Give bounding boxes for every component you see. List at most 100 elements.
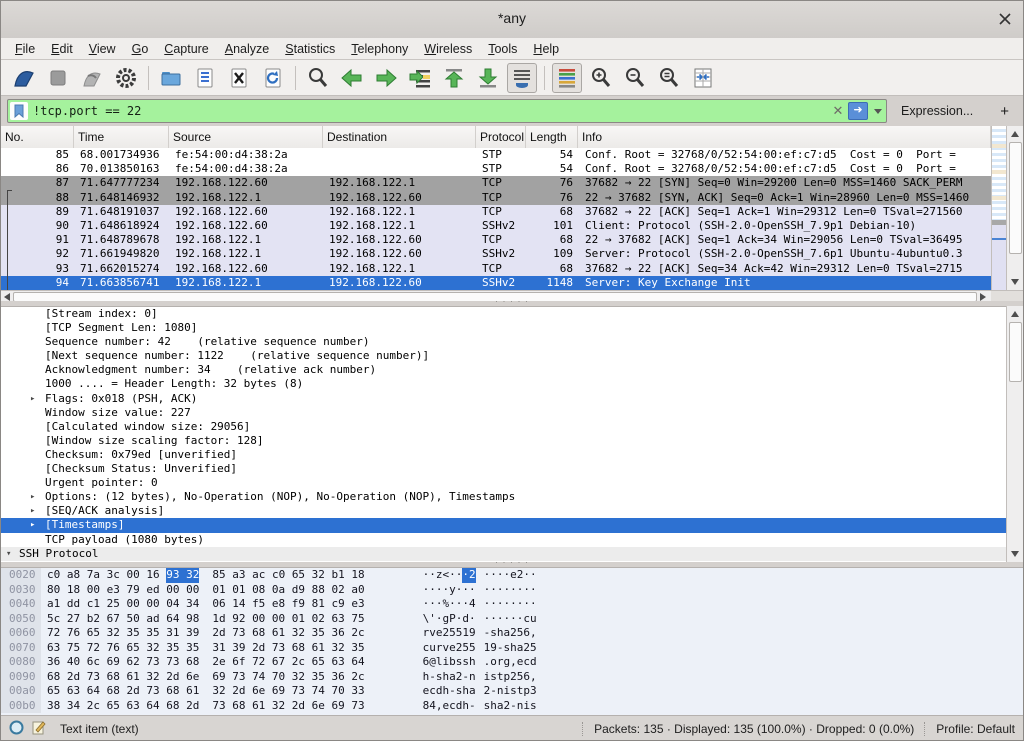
detail-line[interactable]: ▸[SEQ/ACK analysis]	[1, 504, 1023, 518]
colorize-icon[interactable]	[552, 63, 582, 93]
details-vscrollbar[interactable]	[1006, 306, 1023, 562]
expand-icon[interactable]: ▸	[30, 490, 35, 504]
hex-row[interactable]: 009068 2d 73 68 61 32 2d 6e69 73 74 70 3…	[1, 670, 1023, 685]
menu-item[interactable]: Statistics	[277, 40, 343, 58]
detail-line[interactable]: ▸Options: (12 bytes), No-Operation (NOP)…	[1, 490, 1023, 504]
hex-row[interactable]: 007063 75 72 76 65 32 35 3531 39 2d 73 6…	[1, 641, 1023, 656]
profile-selector[interactable]: Profile: Default	[936, 722, 1015, 736]
detail-line[interactable]: TCP payload (1080 bytes)	[1, 533, 1023, 547]
detail-line[interactable]: Urgent pointer: 0	[1, 476, 1023, 490]
menu-item[interactable]: View	[81, 40, 124, 58]
expert-info-icon[interactable]	[9, 720, 24, 738]
filter-bookmark-icon[interactable]	[10, 102, 28, 120]
hex-row[interactable]: 00505c 27 b2 67 50 ad 64 981d 92 00 00 0…	[1, 612, 1023, 627]
menu-item[interactable]: Tools	[480, 40, 525, 58]
menu-item[interactable]: Go	[124, 40, 157, 58]
zoom-in-icon[interactable]	[586, 63, 616, 93]
filter-text[interactable]: !tcp.port == 22	[28, 104, 830, 118]
col-header-destination[interactable]: Destination	[323, 126, 476, 148]
hex-row[interactable]: 00b038 34 2c 65 63 64 68 2d73 68 61 32 2…	[1, 699, 1023, 714]
col-header-protocol[interactable]: Protocol	[476, 126, 526, 148]
go-back-icon[interactable]	[337, 63, 367, 93]
detail-line[interactable]: ▸[Timestamps]	[1, 518, 1023, 532]
packet-row[interactable]: 8971.648191037192.168.122.60192.168.122.…	[1, 205, 991, 219]
expand-icon[interactable]: ▸	[30, 504, 35, 518]
scroll-down-icon[interactable]	[1011, 279, 1019, 285]
zoom-reset-icon[interactable]	[654, 63, 684, 93]
menu-item[interactable]: Wireless	[416, 40, 480, 58]
reload-file-icon[interactable]	[258, 63, 288, 93]
col-header-source[interactable]: Source	[169, 126, 323, 148]
detail-line[interactable]: 1000 .... = Header Length: 32 bytes (8)	[1, 377, 1023, 391]
scroll-down-icon[interactable]	[1011, 551, 1019, 557]
packet-row[interactable]: 9271.661949820192.168.122.1192.168.122.6…	[1, 247, 991, 261]
hex-row[interactable]: 0040a1 dd c1 25 00 00 04 3406 14 f5 e8 f…	[1, 597, 1023, 612]
restart-capture-icon[interactable]	[77, 63, 107, 93]
detail-line[interactable]: [Checksum Status: Unverified]	[1, 462, 1023, 476]
find-packet-icon[interactable]	[303, 63, 333, 93]
menu-item[interactable]: Help	[525, 40, 567, 58]
detail-line[interactable]: Window size value: 227	[1, 406, 1023, 420]
auto-scroll-icon[interactable]	[507, 63, 537, 93]
packet-row[interactable]: 8871.648146932192.168.122.1192.168.122.6…	[1, 191, 991, 205]
expand-icon[interactable]: ▾	[6, 547, 11, 561]
go-to-packet-icon[interactable]	[405, 63, 435, 93]
save-file-icon[interactable]	[190, 63, 220, 93]
go-to-bottom-icon[interactable]	[473, 63, 503, 93]
detail-line[interactable]: [Calculated window size: 29056]	[1, 420, 1023, 434]
detail-line[interactable]: ▸Flags: 0x018 (PSH, ACK)	[1, 392, 1023, 406]
menu-item[interactable]: Telephony	[343, 40, 416, 58]
filter-dropdown-icon[interactable]	[874, 109, 882, 114]
hex-row[interactable]: 0020c0 a8 7a 3c 00 16 93 3285 a3 ac c0 6…	[1, 568, 1023, 583]
open-file-icon[interactable]	[156, 63, 186, 93]
go-to-top-icon[interactable]	[439, 63, 469, 93]
col-header-no[interactable]: No.	[1, 126, 74, 148]
detail-line[interactable]: [Stream index: 0]	[1, 307, 1023, 321]
display-filter-input[interactable]: !tcp.port == 22 ✕ ➜	[7, 99, 887, 123]
packet-row[interactable]: 9371.662015274192.168.122.60192.168.122.…	[1, 262, 991, 276]
packet-row[interactable]: 9471.663856741192.168.122.1192.168.122.6…	[1, 276, 991, 290]
col-header-length[interactable]: Length	[526, 126, 578, 148]
col-header-info[interactable]: Info	[578, 126, 991, 148]
scroll-thumb[interactable]	[1009, 142, 1022, 254]
detail-line[interactable]: [TCP Segment Len: 1080]	[1, 321, 1023, 335]
resize-columns-icon[interactable]	[688, 63, 718, 93]
filter-apply-icon[interactable]: ➜	[848, 102, 868, 120]
stop-capture-icon[interactable]	[43, 63, 73, 93]
hex-row[interactable]: 008036 40 6c 69 62 73 73 682e 6f 72 67 2…	[1, 655, 1023, 670]
menu-item[interactable]: Edit	[43, 40, 81, 58]
packet-row[interactable]: 9071.648618924192.168.122.60192.168.122.…	[1, 219, 991, 233]
detail-line[interactable]: Checksum: 0x79ed [unverified]	[1, 448, 1023, 462]
packet-row[interactable]: 8771.647777234192.168.122.60192.168.122.…	[1, 176, 991, 190]
scroll-right-icon[interactable]	[980, 293, 986, 301]
hex-row[interactable]: 00a065 63 64 68 2d 73 68 6132 2d 6e 69 7…	[1, 684, 1023, 699]
scroll-up-icon[interactable]	[1011, 131, 1019, 137]
add-filter-button[interactable]: +	[1000, 103, 1009, 120]
scroll-thumb[interactable]	[1009, 322, 1022, 382]
hex-row[interactable]: 006072 76 65 32 35 35 31 392d 73 68 61 3…	[1, 626, 1023, 641]
packet-row[interactable]: 9171.648789678192.168.122.1192.168.122.6…	[1, 233, 991, 247]
packet-row[interactable]: 8670.013850163fe:54:00:d4:38:2aSTP54Conf…	[1, 162, 991, 176]
start-capture-icon[interactable]	[9, 63, 39, 93]
expression-button[interactable]: Expression...	[901, 104, 973, 118]
packet-list-vscrollbar[interactable]	[1006, 126, 1023, 290]
close-file-icon[interactable]	[224, 63, 254, 93]
close-icon[interactable]	[997, 11, 1013, 27]
expand-icon[interactable]: ▸	[30, 518, 35, 532]
zoom-out-icon[interactable]	[620, 63, 650, 93]
go-forward-icon[interactable]	[371, 63, 401, 93]
menu-item[interactable]: File	[7, 40, 43, 58]
packet-row[interactable]: 8568.001734936fe:54:00:d4:38:2aSTP54Conf…	[1, 148, 991, 162]
col-header-time[interactable]: Time	[74, 126, 169, 148]
scroll-left-icon[interactable]	[4, 293, 10, 301]
capture-options-icon[interactable]	[111, 63, 141, 93]
scroll-up-icon[interactable]	[1011, 311, 1019, 317]
detail-line[interactable]: [Next sequence number: 1122 (relative se…	[1, 349, 1023, 363]
filter-clear-icon[interactable]: ✕	[830, 103, 846, 119]
detail-line[interactable]: Sequence number: 42 (relative sequence n…	[1, 335, 1023, 349]
detail-line[interactable]: [Window size scaling factor: 128]	[1, 434, 1023, 448]
menu-item[interactable]: Capture	[156, 40, 216, 58]
hex-row[interactable]: 003080 18 00 e3 79 ed 00 0001 01 08 0a d…	[1, 583, 1023, 598]
capture-comment-icon[interactable]	[32, 720, 46, 738]
expand-icon[interactable]: ▸	[30, 392, 35, 406]
